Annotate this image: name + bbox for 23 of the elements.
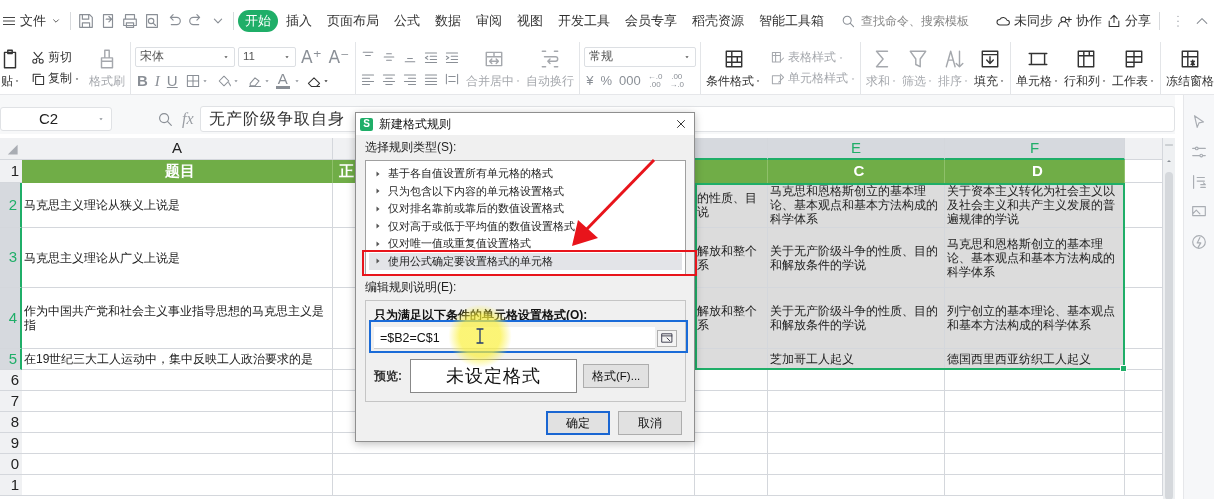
header-cell: C [768, 160, 945, 183]
table-cell: 马克思主义理论从广义上说是 [22, 228, 333, 288]
table-cell: 解放和整个系 [695, 288, 768, 349]
table-cell: 马克思主义理论从狭义上说是 [22, 183, 333, 228]
table-cell: 关于无产阶级斗争的性质、目的和解放条件的学说 [768, 228, 945, 288]
section-label: 编辑规则说明(E): [365, 280, 457, 295]
table-cell: 马克思和恩格斯创立的基本理论、基本观点和基本方法构成的科学体系 [945, 228, 1125, 288]
table-cell: 的性质、目说 [695, 183, 768, 228]
table-cell: 解放和整个系 [695, 228, 768, 288]
table-cell: 列宁创立的基本理论、基本观点和基本方法构成的科学体系 [945, 288, 1125, 349]
preview-label: 预览: [374, 368, 403, 384]
app-logo: S [360, 117, 373, 131]
table-cell: 关于无产阶级斗争的性质、目的和解放条件的学说 [768, 288, 945, 349]
dialog-title: 新建格式规则 [379, 116, 451, 132]
table-cell: 关于资本主义转化为社会主义以及社会主义和共产主义发展的普遍规律的学说 [945, 183, 1125, 228]
format-preview: 未设定格式 [410, 359, 577, 393]
table-cell: 芝加哥工人起义 [768, 349, 945, 370]
section-label: 选择规则类型(S): [365, 140, 457, 155]
table-cell: 马克思和恩格斯创立的基本理论、基本观点和基本方法构成的科学体系 [768, 183, 945, 228]
header-cell: 题目 [22, 160, 333, 183]
table-cell: 在19世纪三大工人运动中，集中反映工人政治要求的是 [22, 349, 333, 370]
header-cell: D [945, 160, 1125, 183]
table-cell: 作为中国共产党和社会主义事业指导思想的马克思主义是指 [22, 288, 333, 349]
